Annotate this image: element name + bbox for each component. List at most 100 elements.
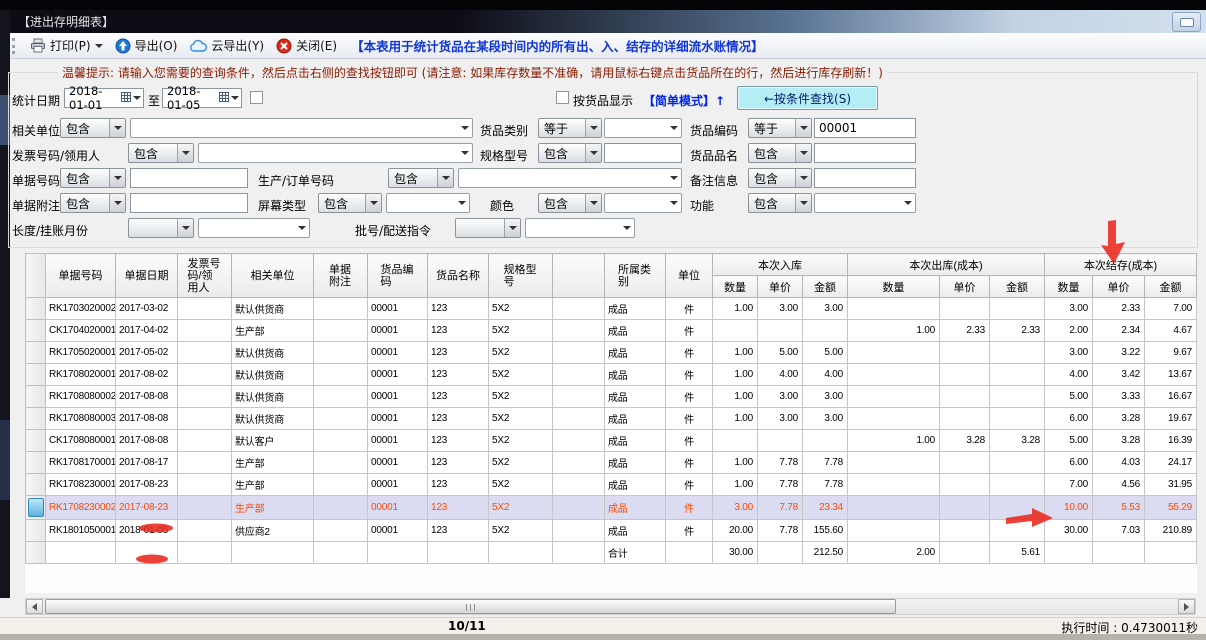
table-cell[interactable] xyxy=(178,298,232,320)
table-cell[interactable]: 123 xyxy=(428,430,489,452)
table-cell[interactable]: CK1704020001 xyxy=(46,320,116,342)
table-cell[interactable] xyxy=(314,496,368,520)
function-op-select[interactable]: 包含 xyxy=(748,193,812,213)
spec-model-input[interactable] xyxy=(604,143,682,163)
column-header[interactable]: 相关单位 xyxy=(232,254,314,298)
row-header-cell[interactable] xyxy=(26,364,46,386)
table-cell[interactable]: 123 xyxy=(428,408,489,430)
table-cell[interactable]: 2.34 xyxy=(1093,320,1145,342)
table-cell[interactable] xyxy=(940,386,990,408)
table-cell[interactable]: 4.03 xyxy=(1093,452,1145,474)
table-cell[interactable] xyxy=(848,408,940,430)
table-cell[interactable]: 3.00 xyxy=(1045,298,1093,320)
table-cell[interactable]: 5.00 xyxy=(1045,386,1093,408)
table-cell[interactable]: 123 xyxy=(428,298,489,320)
table-cell[interactable]: 1.00 xyxy=(713,452,758,474)
table-cell[interactable] xyxy=(178,408,232,430)
table-cell[interactable]: 件 xyxy=(666,364,713,386)
table-cell[interactable]: 件 xyxy=(666,342,713,364)
table-cell[interactable]: 13.67 xyxy=(1145,364,1197,386)
table-cell[interactable]: 3.00 xyxy=(803,298,848,320)
table-cell[interactable]: 19.67 xyxy=(1145,408,1197,430)
table-cell[interactable] xyxy=(940,520,990,542)
table-cell[interactable]: 3.33 xyxy=(1093,386,1145,408)
table-cell[interactable] xyxy=(178,342,232,364)
table-cell[interactable] xyxy=(990,452,1045,474)
column-header[interactable]: 所属类别 xyxy=(605,254,666,298)
table-cell[interactable] xyxy=(990,364,1045,386)
table-cell[interactable]: 7.00 xyxy=(1145,298,1197,320)
order-no-op-select[interactable]: 包含 xyxy=(388,168,454,188)
goods-name-op-select[interactable]: 包含 xyxy=(748,143,812,163)
table-cell[interactable]: 24.17 xyxy=(1145,452,1197,474)
table-cell[interactable]: 7.78 xyxy=(758,496,803,520)
table-cell[interactable] xyxy=(848,496,940,520)
table-cell[interactable]: 5X2 xyxy=(489,342,553,364)
table-cell[interactable] xyxy=(178,430,232,452)
table-cell[interactable] xyxy=(178,364,232,386)
table-cell[interactable]: 1.00 xyxy=(713,342,758,364)
column-subheader[interactable]: 数量 xyxy=(713,276,758,298)
table-cell[interactable]: 1.00 xyxy=(848,320,940,342)
horizontal-scrollbar[interactable] xyxy=(25,598,1196,615)
table-cell[interactable] xyxy=(848,452,940,474)
table-cell[interactable]: 16.39 xyxy=(1145,430,1197,452)
order-no-combo[interactable] xyxy=(458,168,682,188)
table-cell[interactable]: 5X2 xyxy=(489,364,553,386)
table-row[interactable]: RK17080800022017-08-08默认供货商000011235X2成品… xyxy=(26,386,1197,408)
table-cell[interactable] xyxy=(990,298,1045,320)
column-header[interactable] xyxy=(553,254,605,298)
table-cell[interactable]: 5.00 xyxy=(758,342,803,364)
table-cell[interactable]: 生产部 xyxy=(232,320,314,342)
table-cell[interactable] xyxy=(940,408,990,430)
table-cell[interactable]: 件 xyxy=(666,408,713,430)
table-row[interactable]: RK17080800032017-08-08默认供货商000011235X2成品… xyxy=(26,408,1197,430)
table-cell[interactable]: 5X2 xyxy=(489,430,553,452)
date-option-checkbox[interactable] xyxy=(250,91,263,104)
table-row[interactable]: RK17080200012017-08-02默认供货商000011235X2成品… xyxy=(26,364,1197,386)
related-unit-op-select[interactable]: 包含 xyxy=(60,118,126,138)
table-cell[interactable]: 件 xyxy=(666,430,713,452)
column-header[interactable]: 单据日期 xyxy=(116,254,178,298)
doc-no-op-select[interactable]: 包含 xyxy=(60,168,126,188)
doc-note-op-select[interactable]: 包含 xyxy=(60,193,126,213)
table-cell[interactable] xyxy=(758,430,803,452)
table-cell[interactable]: 9.67 xyxy=(1145,342,1197,364)
table-cell[interactable] xyxy=(990,342,1045,364)
table-cell[interactable] xyxy=(178,474,232,496)
table-cell[interactable]: 155.60 xyxy=(803,520,848,542)
row-header-cell[interactable] xyxy=(26,342,46,364)
table-cell[interactable] xyxy=(803,430,848,452)
row-header-cell[interactable] xyxy=(26,474,46,496)
table-cell[interactable]: 5X2 xyxy=(489,520,553,542)
table-cell[interactable]: 成品 xyxy=(605,320,666,342)
table-cell[interactable]: 件 xyxy=(666,320,713,342)
related-unit-combo[interactable] xyxy=(130,118,473,138)
table-cell[interactable] xyxy=(990,386,1045,408)
table-cell[interactable]: 3.00 xyxy=(1045,342,1093,364)
table-cell[interactable] xyxy=(178,320,232,342)
table-cell[interactable]: 默认供货商 xyxy=(232,386,314,408)
table-cell[interactable]: 成品 xyxy=(605,430,666,452)
corner-cell[interactable] xyxy=(26,254,46,298)
table-cell[interactable]: 5X2 xyxy=(489,320,553,342)
table-cell[interactable] xyxy=(314,320,368,342)
table-cell[interactable]: 5X2 xyxy=(489,496,553,520)
table-cell[interactable]: 2.33 xyxy=(1093,298,1145,320)
column-header[interactable]: 规格型号 xyxy=(489,254,553,298)
table-cell[interactable] xyxy=(848,386,940,408)
table-cell[interactable]: 供应商2 xyxy=(232,520,314,542)
cloud-export-button[interactable]: 云导出(Y) xyxy=(183,35,270,57)
table-cell[interactable]: 00001 xyxy=(368,342,428,364)
table-cell[interactable]: 2.33 xyxy=(990,320,1045,342)
table-cell[interactable]: 3.28 xyxy=(940,430,990,452)
table-cell[interactable]: 成品 xyxy=(605,364,666,386)
table-row[interactable]: RK18010500012018-01-05供应商2000011235X2成品件… xyxy=(26,520,1197,542)
simple-mode-link[interactable]: 【简单模式】↑ xyxy=(643,92,725,109)
table-cell[interactable] xyxy=(314,342,368,364)
table-cell[interactable] xyxy=(553,386,605,408)
table-cell[interactable]: 00001 xyxy=(368,320,428,342)
table-cell[interactable]: 00001 xyxy=(368,474,428,496)
table-cell[interactable] xyxy=(990,496,1045,520)
table-cell[interactable]: 00001 xyxy=(368,430,428,452)
